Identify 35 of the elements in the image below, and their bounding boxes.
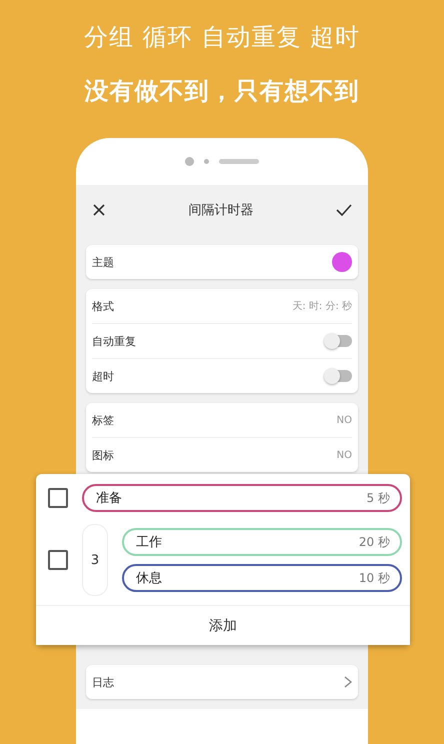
setting-label: 日志 [92,674,114,690]
step-duration: 5 秒 [366,490,390,506]
checkbox[interactable] [48,550,68,570]
step-name: 休息 [136,570,162,587]
speaker-icon [219,159,259,164]
headline: 分组 循环 自动重复 超时 [84,22,360,52]
add-button[interactable]: 添加 [36,605,410,645]
toggle-switch[interactable] [326,370,352,382]
setting-label: 格式 [92,298,114,314]
step-duration: 20 秒 [358,534,390,550]
setting-label: 自动重复 [92,334,136,348]
step-pill[interactable]: 休息 10 秒 [122,564,402,592]
check-icon[interactable] [336,204,352,216]
step-pill[interactable]: 工作 20 秒 [122,528,402,556]
sensor-icon [204,159,209,164]
step-name: 准备 [96,490,122,507]
color-swatch[interactable] [332,252,352,272]
app-title: 间隔计时器 [188,202,254,219]
close-icon[interactable] [92,203,106,217]
setting-value: NO [336,450,352,460]
setting-label: 标签 [92,412,114,428]
headline: 没有做不到，只有想不到 [84,76,360,106]
setting-value: 天: 时: 分: 秒 [292,300,352,313]
step-name: 工作 [136,534,162,551]
setting-label: 主题 [92,254,114,270]
setting-value: NO [336,414,352,426]
repeat-count[interactable]: 3 [82,524,108,596]
camera-icon [185,157,194,166]
checkbox[interactable] [48,488,68,508]
setting-label: 图标 [92,448,114,462]
toggle-switch[interactable] [326,335,352,347]
setting-label: 超时 [92,368,114,384]
step-duration: 10 秒 [358,570,390,586]
step-pill[interactable]: 准备 5 秒 [82,484,402,512]
chevron-right-icon[interactable] [344,676,352,688]
